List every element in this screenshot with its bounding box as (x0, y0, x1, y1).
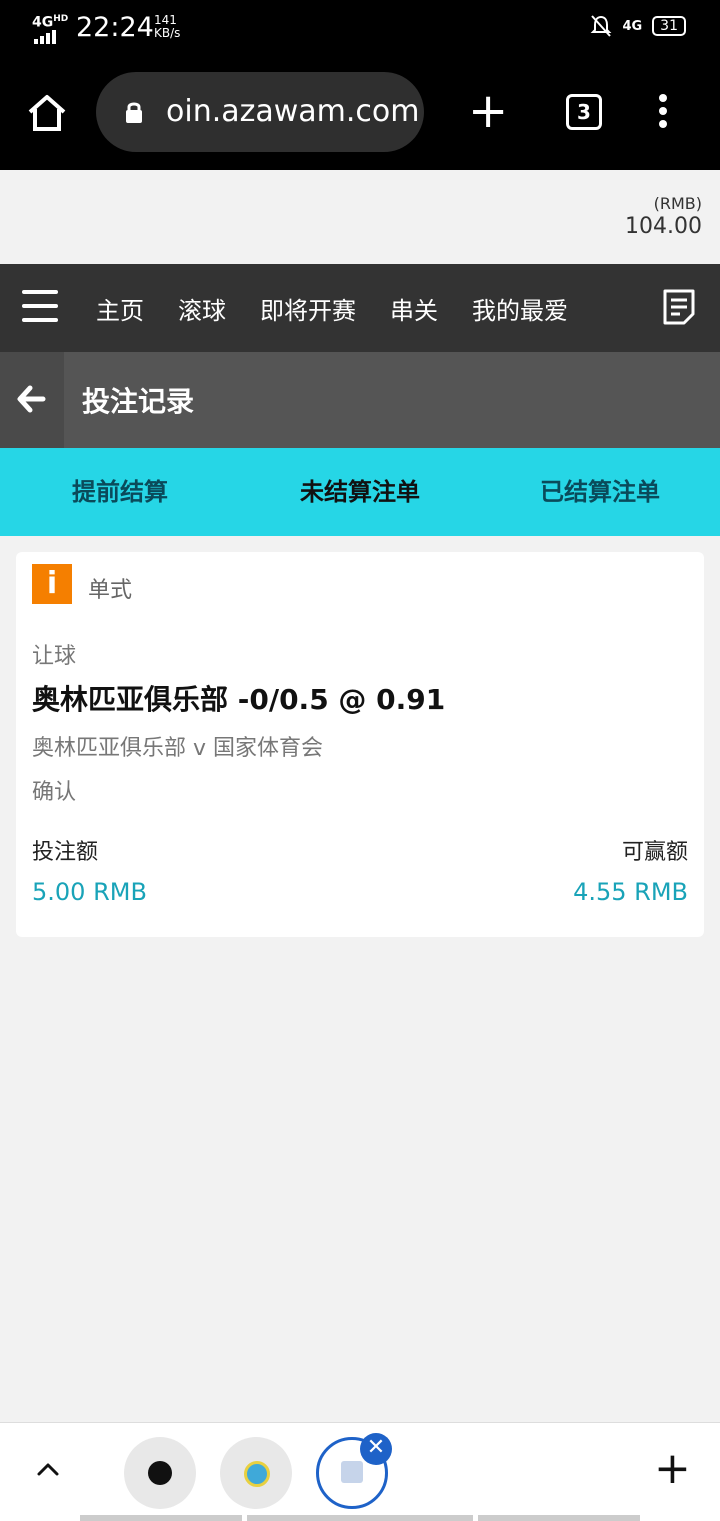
nav-item-home[interactable]: 主页 (96, 291, 144, 326)
stake-value: 5.00 RMB (32, 878, 147, 906)
globe-icon (148, 1461, 172, 1485)
tab-thumbnail-site[interactable] (220, 1437, 292, 1509)
balance-area: (RMB) 104.00 (0, 170, 720, 264)
address-bar[interactable]: oin.azawam.com (96, 72, 424, 152)
close-tab-icon[interactable]: ✕ (360, 1433, 392, 1465)
page-header: 投注记录 (0, 352, 720, 448)
tab-settled[interactable]: 已结算注单 (480, 448, 720, 536)
balance-amount: 104.00 (625, 214, 702, 239)
menu-dot (659, 120, 667, 128)
hamburger-line (22, 290, 58, 294)
balance-currency: (RMB) (653, 194, 702, 213)
tab-switcher-button[interactable]: 3 (566, 94, 602, 130)
site-logo-icon (244, 1461, 270, 1487)
menu-dot (659, 94, 667, 102)
nav-item-live[interactable]: 滚球 (178, 291, 226, 326)
battery-icon: 31 (652, 16, 686, 36)
hamburger-line (22, 304, 58, 308)
tab-cash-out[interactable]: 提前结算 (0, 448, 240, 536)
main-nav: 主页 滚球 即将开赛 串关 我的最爱 (0, 264, 720, 352)
scroll-indicator (80, 1515, 242, 1521)
nav-items: 主页 滚球 即将开赛 串关 我的最爱 (96, 264, 568, 352)
potential-win-value: 4.55 RMB (573, 878, 688, 906)
tab-thumbnail-globe[interactable] (124, 1437, 196, 1509)
nav-item-upcoming[interactable]: 即将开赛 (260, 291, 356, 326)
bet-market: 让球 (32, 644, 77, 669)
nav-item-favorites[interactable]: 我的最爱 (472, 291, 568, 326)
speed-unit: KB/s (154, 26, 181, 40)
browser-toolbar: oin.azawam.com + 3 (0, 56, 720, 170)
network-indicator: 4GHD (32, 14, 69, 44)
bet-slip-icon[interactable] (662, 288, 696, 326)
signal-icon (34, 30, 56, 44)
network-hd: HD (53, 14, 69, 24)
scroll-indicator (478, 1515, 640, 1521)
back-button[interactable] (0, 352, 64, 448)
menu-dot (659, 107, 667, 115)
page-title: 投注记录 (82, 385, 195, 418)
bet-status: 确认 (32, 780, 77, 805)
hamburger-line (22, 318, 58, 322)
tab-unsettled[interactable]: 未结算注单 (240, 448, 480, 536)
bet-record-tabs: 提前结算 未结算注单 已结算注单 (0, 448, 720, 536)
clock: 22:24 (76, 12, 154, 43)
arrow-left-icon (17, 385, 46, 413)
url-text: oin.azawam.com (166, 94, 420, 129)
network-speed: 141 KB/s (154, 14, 180, 40)
browser-bottom-bar: ✕ + (0, 1422, 720, 1521)
info-badge-icon: i (32, 564, 72, 604)
add-tab-button[interactable]: + (654, 1447, 691, 1491)
stake-label: 投注额 (32, 840, 99, 865)
network-type-right: 4G (622, 18, 643, 34)
home-icon[interactable] (26, 92, 68, 134)
chevron-up-icon[interactable] (36, 1461, 60, 1477)
mute-bell-icon (591, 15, 612, 37)
status-right: 4G 31 (590, 14, 686, 38)
potential-win-label: 可赢额 (621, 840, 688, 865)
new-tab-button[interactable]: + (468, 87, 508, 135)
page-icon (341, 1461, 363, 1483)
bet-card: i 单式 让球 奥林匹亚俱乐部 -0/0.5 @ 0.91 奥林匹亚俱乐部 v … (16, 552, 704, 937)
bet-match: 奥林匹亚俱乐部 v 国家体育会 (32, 736, 324, 761)
hamburger-menu-icon[interactable] (22, 290, 58, 324)
lock-icon (126, 102, 142, 123)
nav-item-parlay[interactable]: 串关 (390, 291, 438, 326)
bet-type: 单式 (88, 578, 133, 603)
status-bar: 4GHD 22:24 141 KB/s 4G 31 (0, 0, 720, 56)
bet-selection: 奥林匹亚俱乐部 -0/0.5 @ 0.91 (32, 683, 446, 716)
browser-menu-button[interactable] (656, 94, 670, 134)
network-type: 4G (32, 14, 54, 31)
scroll-indicator (247, 1515, 473, 1521)
